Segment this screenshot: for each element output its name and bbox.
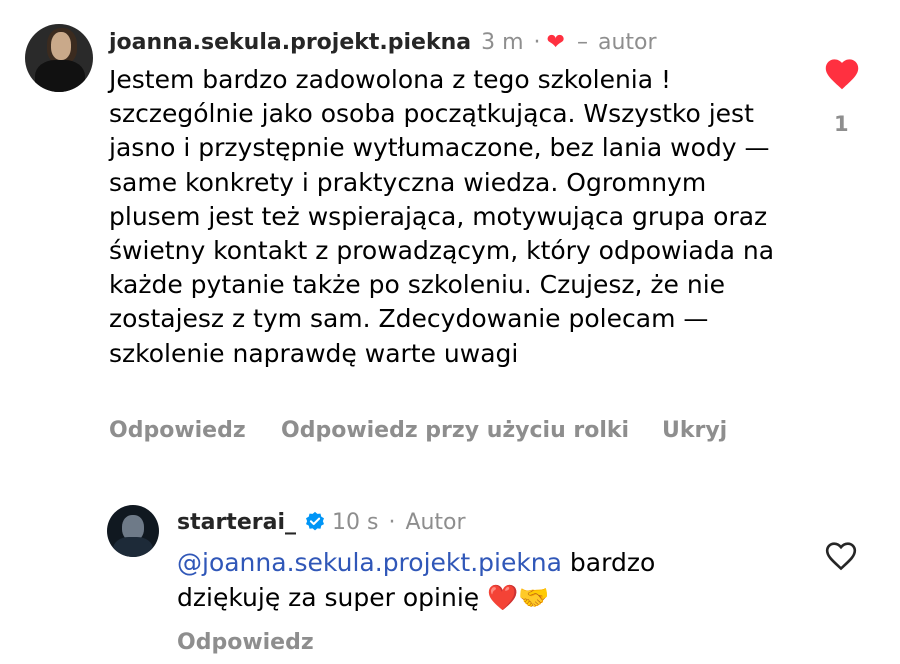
mention-link[interactable]: @joanna.sekula.projekt.piekna [177,548,562,577]
reply-author-label: Autor [405,509,466,535]
reply-to-reply-button[interactable]: Odpowiedz [177,630,314,655]
comment-username[interactable]: joanna.sekula.projekt.piekna [109,30,471,55]
reply-with-reel-button[interactable]: Odpowiedz przy użyciu rolki [281,418,629,443]
heart-handshake-emoji-icon: ❤️🤝 [487,583,550,612]
commenter-avatar[interactable] [25,24,93,92]
meta-dot: · [533,29,541,55]
reply-meta-dot: · [388,509,396,535]
author-label: autor [597,29,657,55]
reply-time: 10 s [331,509,379,535]
comment-meta: joanna.sekula.projekt.piekna 3 m · ❤ – a… [109,28,657,56]
reply-avatar[interactable] [107,505,159,557]
reply-meta: starterai_ 10 s · Autor [177,508,466,536]
hide-button[interactable]: Ukryj [662,418,727,443]
verified-badge-icon [306,511,324,531]
like-count: 1 [834,112,849,136]
reply-text: @joanna.sekula.projekt.piekna bardzo dzi… [177,545,717,615]
author-liked-heart-icon: ❤ [546,29,565,55]
comment-time: 3 m [481,29,524,55]
reply-username[interactable]: starterai_ [177,510,296,535]
like-heart-outline-icon[interactable] [823,539,859,571]
comment-text: Jestem bardzo zadowolona z tego szkoleni… [109,65,775,368]
author-separator: – [576,29,588,55]
like-heart-filled-icon[interactable] [823,56,861,90]
reply-button[interactable]: Odpowiedz [109,418,246,443]
